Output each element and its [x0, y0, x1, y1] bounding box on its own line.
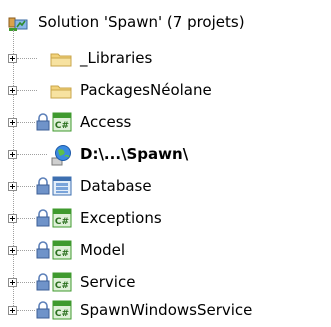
lock-icon: [36, 113, 50, 131]
tree-item-access[interactable]: C# Access: [0, 108, 331, 136]
website-globe-icon: [51, 145, 71, 166]
expand-icon[interactable]: [8, 306, 17, 315]
folder-icon: [50, 53, 72, 67]
expand-icon[interactable]: [8, 86, 17, 95]
svg-text:C#: C#: [55, 281, 69, 291]
expand-icon[interactable]: [8, 150, 17, 159]
expand-icon[interactable]: [8, 278, 17, 287]
tree-item-label: SpawnWindowsService: [80, 301, 253, 319]
tree-item-exceptions[interactable]: C# Exceptions: [0, 204, 331, 232]
solution-icon: [8, 17, 28, 31]
lock-icon: [36, 241, 50, 259]
tree-item-spawnwindowsservice[interactable]: C# SpawnWindowsService: [0, 296, 331, 324]
solution-explorer-tree: Solution 'Spawn' (7 projets) _Libraries …: [0, 0, 331, 327]
tree-item-libraries[interactable]: _Libraries: [0, 44, 331, 72]
expand-icon[interactable]: [8, 118, 17, 127]
tree-item-label: Database: [80, 177, 152, 195]
tree-root-label: Solution 'Spawn' (7 projets): [38, 13, 245, 31]
lock-icon: [36, 177, 50, 195]
tree-item-model[interactable]: C# Model: [0, 236, 331, 264]
database-project-icon: [52, 176, 72, 196]
tree-item-label: _Libraries: [80, 49, 153, 67]
tree-item-packagesneolane[interactable]: PackagesNéolane: [0, 76, 331, 104]
expand-icon[interactable]: [8, 182, 17, 191]
tree-item-label: D:\...\Spawn\: [80, 145, 189, 163]
expand-icon[interactable]: [8, 246, 17, 255]
tree-root-solution[interactable]: Solution 'Spawn' (7 projets): [0, 8, 331, 36]
csharp-project-icon: C#: [52, 208, 72, 228]
lock-icon: [36, 273, 50, 291]
expand-icon[interactable]: [8, 54, 17, 63]
tree-item-database[interactable]: Database: [0, 172, 331, 200]
svg-text:C#: C#: [55, 217, 69, 227]
tree-item-label: Service: [80, 273, 136, 291]
tree-item-website-spawn[interactable]: D:\...\Spawn\: [0, 140, 331, 168]
expand-icon[interactable]: [8, 214, 17, 223]
tree-item-label: PackagesNéolane: [80, 81, 212, 99]
csharp-project-icon: C#: [52, 272, 72, 292]
svg-text:C#: C#: [55, 121, 69, 131]
lock-icon: [36, 209, 50, 227]
folder-icon: [50, 85, 72, 99]
csharp-project-icon: C#: [52, 240, 72, 260]
svg-text:C#: C#: [55, 249, 69, 259]
tree-item-label: Exceptions: [80, 209, 162, 227]
svg-text:C#: C#: [55, 309, 69, 319]
csharp-project-icon: C#: [52, 112, 72, 132]
tree-item-label: Model: [80, 241, 126, 259]
lock-icon: [36, 301, 50, 319]
tree-item-label: Access: [80, 113, 132, 131]
csharp-project-icon: C#: [52, 300, 72, 320]
tree-item-service[interactable]: C# Service: [0, 268, 331, 296]
